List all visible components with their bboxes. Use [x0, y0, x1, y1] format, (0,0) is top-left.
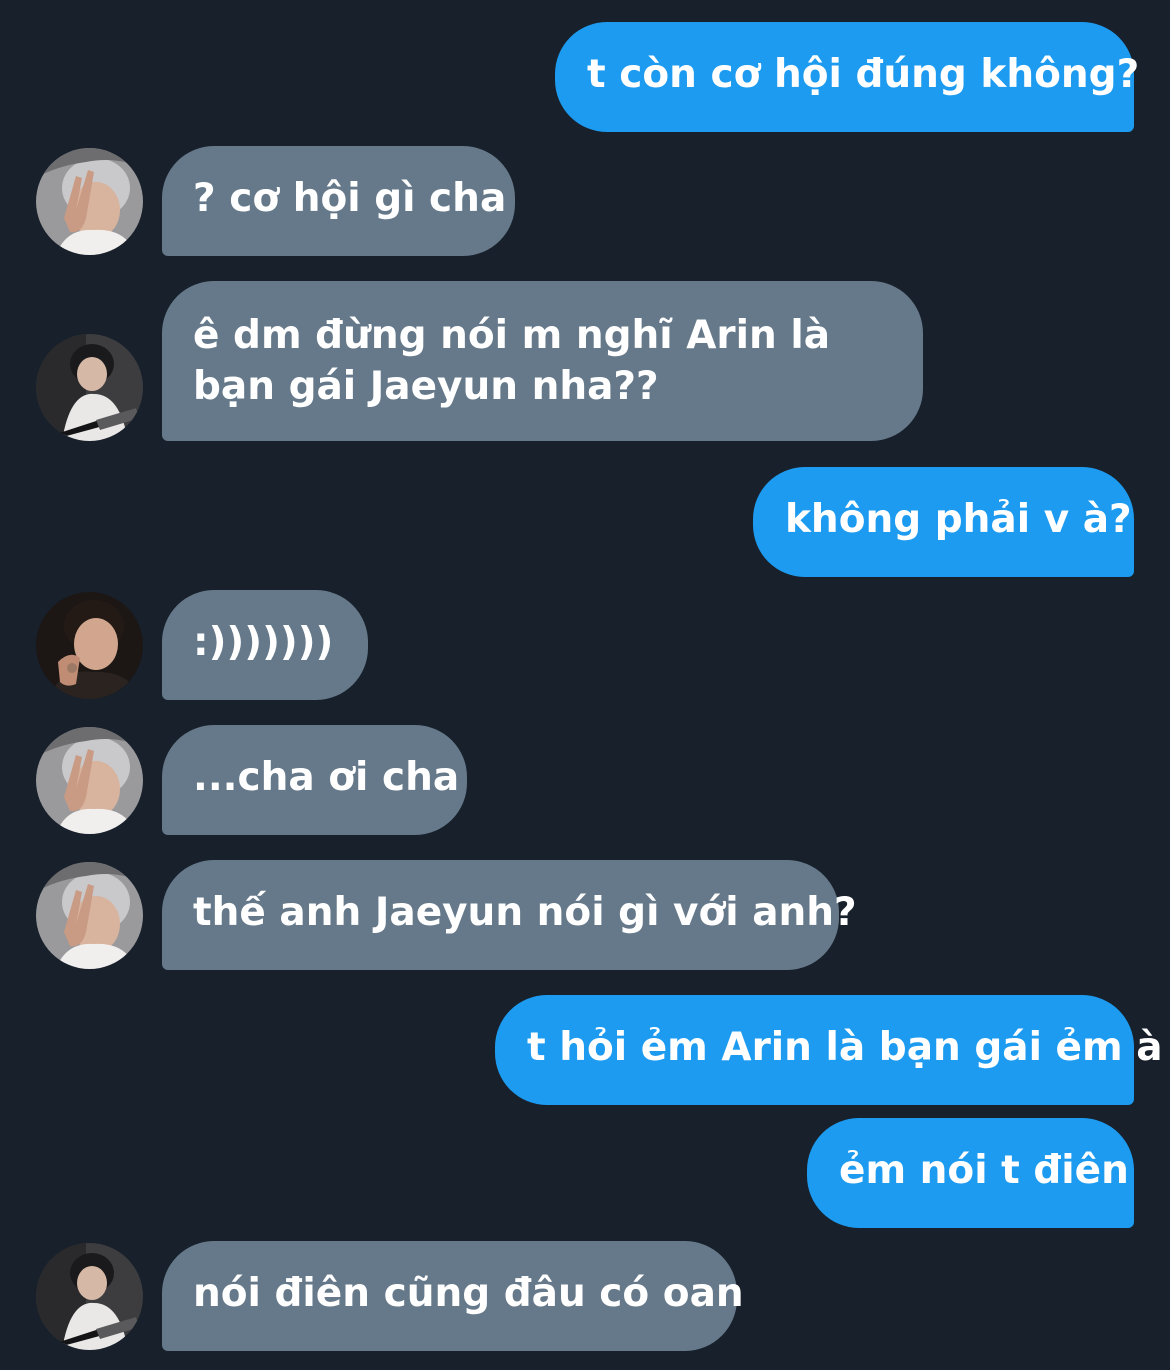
contact-a-avatar[interactable]: [36, 148, 143, 255]
contact-b-avatar[interactable]: [36, 334, 143, 441]
message-bubble-received[interactable]: ê dm đừng nói m nghĩ Arin là bạn gái Jae…: [162, 281, 923, 441]
message-bubble-received[interactable]: :))))))): [162, 590, 368, 700]
contact-a-avatar[interactable]: [36, 727, 143, 834]
message-bubble-received[interactable]: ...cha ơi cha: [162, 725, 467, 835]
contact-c-avatar[interactable]: [36, 592, 143, 699]
message-bubble-received[interactable]: thế anh Jaeyun nói gì với anh?: [162, 860, 857, 970]
message-bubble-sent[interactable]: t còn cơ hội đúng không?: [555, 22, 1139, 132]
message-bubble-received[interactable]: ? cơ hội gì cha: [162, 146, 515, 256]
message-bubble-sent[interactable]: t hỏi ẻm Arin là bạn gái ẻm à: [495, 995, 1163, 1105]
message-bubble-sent[interactable]: không phải v à?: [753, 467, 1134, 577]
message-bubble-received[interactable]: nói điên cũng đâu có oan: [162, 1241, 744, 1351]
message-bubble-sent[interactable]: ẻm nói t điên: [807, 1118, 1134, 1228]
contact-a-avatar[interactable]: [36, 862, 143, 969]
contact-b-avatar[interactable]: [36, 1243, 143, 1350]
